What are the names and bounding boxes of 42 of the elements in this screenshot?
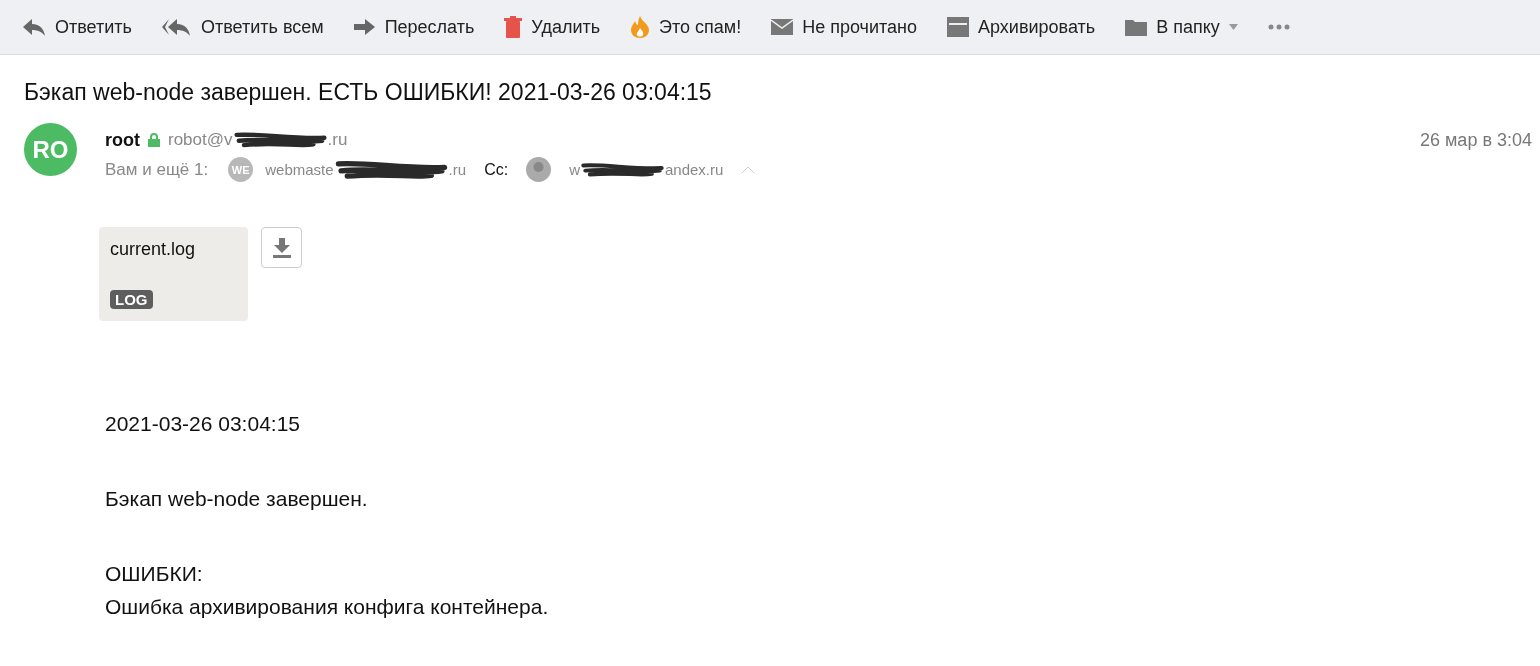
email-date: 26 мар в 3:04 — [1419, 129, 1532, 151]
file-type-tag: LOG — [110, 290, 153, 309]
lock-icon — [148, 133, 160, 147]
more-button[interactable] — [1267, 24, 1290, 30]
sender-avatar: RO — [24, 123, 77, 176]
toolbar-button[interactable]: Архивировать — [947, 16, 1096, 38]
sender-email: robot@v — [168, 130, 233, 150]
toolbar-button[interactable]: Ответить всем — [161, 16, 324, 38]
recipient-email: .ru — [448, 161, 467, 178]
trash-icon — [504, 16, 523, 38]
envelope-icon — [771, 19, 794, 35]
attachment-card[interactable]: current.log LOG — [99, 227, 248, 321]
cc-label: Cc: — [484, 160, 509, 179]
body-paragraph: ОШИБКИ: Ошибка архивирования конфига контейнера. — [105, 561, 550, 620]
toolbar-button[interactable]: В папку — [1125, 16, 1238, 38]
avatar-icon — [526, 157, 552, 182]
toolbar-button[interactable]: Это спам! — [630, 16, 742, 38]
flame-icon — [630, 16, 651, 38]
forward-arrow-icon — [353, 18, 376, 36]
recipient-avatar: WE — [228, 157, 254, 182]
reply-all-arrow-icon — [161, 17, 192, 37]
cc-email: andex.ru — [664, 161, 724, 178]
reply-arrow-icon — [22, 17, 46, 37]
folder-icon — [1125, 18, 1148, 36]
sender-email: .ru — [327, 130, 348, 150]
toolbar-button[interactable]: Не прочитано — [771, 16, 918, 38]
body-paragraph: Бэкап web-node завершен. — [105, 486, 369, 512]
more-icon — [1267, 24, 1290, 30]
download-button[interactable] — [261, 227, 302, 268]
archive-box-icon — [947, 17, 970, 37]
recipients-label: Вам и ещё 1: — [105, 159, 209, 180]
attachment-name: current.log — [110, 239, 197, 260]
body-paragraph: 2021-03-26 03:04:15 — [105, 411, 301, 437]
cc-email: w — [569, 161, 580, 178]
toolbar-button[interactable]: Удалить — [504, 16, 601, 38]
email-subject: Бэкап web-node завершен. ЕСТЬ ОШИБКИ! 2021-03-26 03:04:15 — [23, 78, 713, 107]
sender-name: root — [105, 129, 140, 151]
download-icon — [272, 237, 291, 258]
toolbar-button[interactable]: Ответить — [22, 16, 132, 38]
collapse-icon — [741, 165, 756, 174]
toolbar-button[interactable]: Переслать — [353, 16, 475, 38]
recipient-email: webmaste — [265, 161, 334, 178]
